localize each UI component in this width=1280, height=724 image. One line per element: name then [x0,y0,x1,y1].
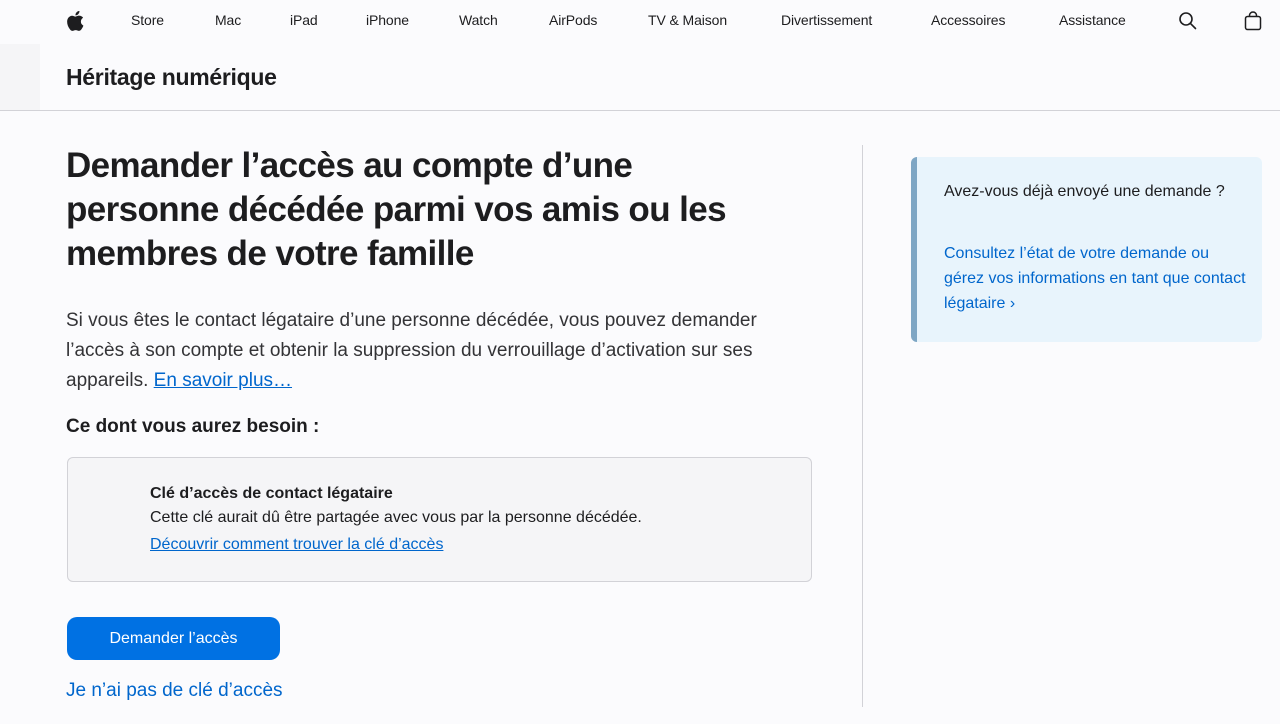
local-nav-title[interactable]: Héritage numérique [66,64,277,91]
local-nav: Héritage numérique [0,44,1280,111]
search-icon[interactable] [1178,11,1198,31]
intro-paragraph: Si vous êtes le contact légataire d’une … [66,306,766,396]
nav-item-iphone[interactable]: iPhone [366,12,409,28]
nav-item-assistance[interactable]: Assistance [1059,12,1126,28]
learn-more-link[interactable]: En savoir plus… [154,370,292,391]
no-access-key-link[interactable]: Je n’ai pas de clé d’accès [66,680,283,702]
nav-item-tv-maison[interactable]: TV & Maison [648,12,727,28]
column-divider [862,145,863,707]
find-access-key-link[interactable]: Découvrir comment trouver la clé d’accès [150,536,443,554]
requirement-card: Clé d’accès de contact légataire Cette c… [67,457,812,582]
request-access-button[interactable]: Demander l’accès [67,617,280,660]
requirement-description: Cette clé aurait dû être partagée avec v… [150,509,642,526]
nav-item-watch[interactable]: Watch [459,12,498,28]
requirements-heading: Ce dont vous aurez besoin : [66,416,320,437]
shopping-bag-icon[interactable] [1244,11,1264,31]
requirement-title: Clé d’accès de contact légataire [150,485,393,502]
page-headline: Demander l’accès au compte d’une personn… [66,146,727,273]
nav-item-divertissement[interactable]: Divertissement [781,12,872,28]
request-status-aside: Avez-vous déjà envoyé une demande ? Cons… [911,157,1262,342]
nav-item-airpods[interactable]: AirPods [549,12,597,28]
apple-logo-icon[interactable] [66,10,84,31]
local-nav-edge [0,44,40,110]
aside-question: Avez-vous déjà envoyé une demande ? [944,183,1225,200]
request-status-link[interactable]: Consultez l’état de votre demande ou gér… [944,241,1249,316]
nav-item-ipad[interactable]: iPad [290,12,318,28]
global-nav: Store Mac iPad iPhone Watch AirPods TV &… [0,0,1280,44]
nav-item-store[interactable]: Store [131,12,164,28]
nav-item-mac[interactable]: Mac [215,12,241,28]
nav-item-accessoires[interactable]: Accessoires [931,12,1005,28]
